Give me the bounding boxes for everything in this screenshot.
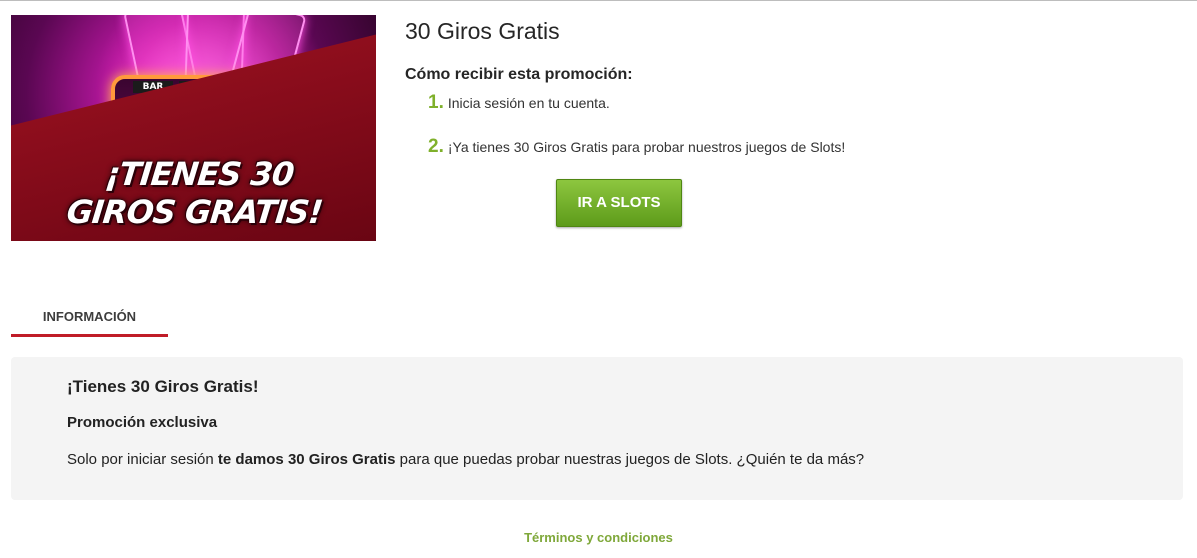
promo-title: 30 Giros Gratis [405, 18, 560, 44]
step-text: ¡Ya tienes 30 Giros Gratis para probar n… [447, 139, 846, 155]
how-to-title: Cómo recibir esta promoción: [405, 66, 633, 83]
info-body-end: para que puedas probar nuestras juegos d… [395, 451, 865, 468]
step-number: 1. [428, 92, 444, 113]
banner-headline: ¡TIENES 30 GIROS GRATIS! [11, 155, 376, 231]
step-item: 2. ¡Ya tienes 30 Giros Gratis para proba… [428, 136, 845, 158]
info-body: Solo por iniciar sesión te damos 30 Giro… [67, 451, 864, 468]
banner-headline-line1: ¡TIENES 30 [103, 155, 296, 193]
promo-banner-image: BAR BAR 7 7 7 ¡TIENES 30 GIROS GRATIS! [11, 15, 376, 241]
go-to-slots-button[interactable]: IR A SLOTS [556, 179, 682, 227]
info-panel: ¡Tienes 30 Giros Gratis! Promoción exclu… [11, 357, 1183, 500]
top-divider [0, 0, 1197, 1]
step-number: 2. [428, 136, 444, 157]
tab-informacion[interactable]: INFORMACIÓN [11, 300, 168, 337]
step-item: 1. Inicia sesión en tu cuenta. [428, 92, 610, 114]
info-heading: ¡Tienes 30 Giros Gratis! [67, 377, 259, 396]
info-body-highlight: te damos 30 Giros Gratis [217, 451, 396, 468]
banner-headline-line2: GIROS GRATIS! [64, 193, 325, 231]
step-text: Inicia sesión en tu cuenta. [447, 95, 610, 111]
info-body-start: Solo por iniciar sesión [67, 451, 218, 468]
terms-link[interactable]: Términos y condiciones [0, 530, 1197, 545]
info-subheading: Promoción exclusiva [67, 414, 218, 431]
